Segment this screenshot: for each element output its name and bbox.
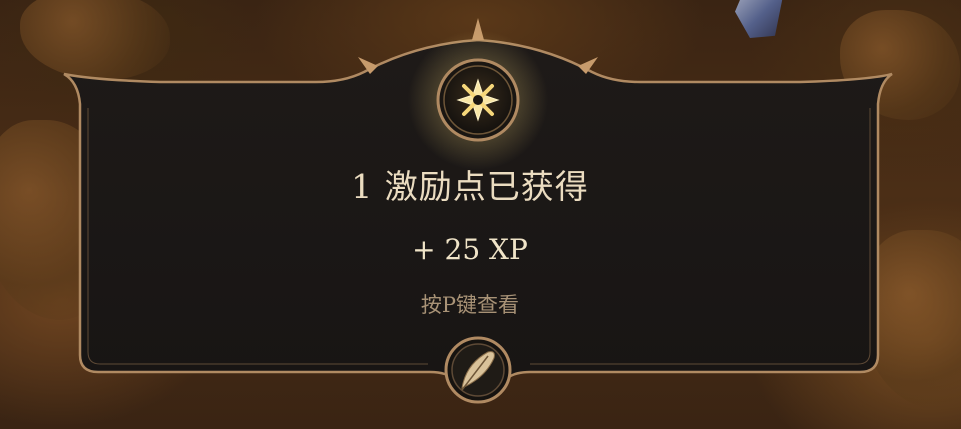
inspiration-star-icon xyxy=(436,58,520,142)
view-hint: 按P键查看 xyxy=(420,293,520,317)
notification-title: 1 激励点已获得 xyxy=(351,167,589,206)
notification-panel[interactable] xyxy=(0,0,961,429)
quill-icon[interactable] xyxy=(444,336,512,404)
xp-reward: + 25 XP xyxy=(412,233,528,266)
game-scene-background: 1 激励点已获得 + 25 XP 按P键查看 xyxy=(0,0,961,429)
